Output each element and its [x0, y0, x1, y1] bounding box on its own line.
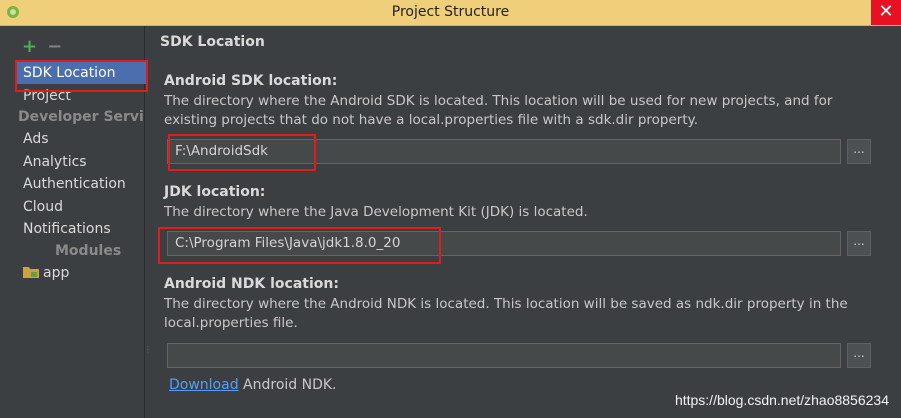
android-ndk-label: Android NDK location:: [164, 276, 339, 292]
remove-icon[interactable]: −: [47, 36, 67, 57]
module-folder-icon: [23, 267, 39, 278]
jdk-path-input[interactable]: C:\Program Files\Java\jdk1.8.0_20: [167, 231, 841, 256]
jdk-label: JDK location:: [164, 184, 266, 200]
jdk-desc: The directory where the Java Development…: [164, 204, 588, 220]
download-ndk-row: Download Android NDK.: [169, 377, 337, 393]
close-button[interactable]: ✕: [871, 0, 901, 25]
page-title: SDK Location: [160, 34, 265, 50]
android-sdk-path-input[interactable]: F:\AndroidSdk: [167, 139, 841, 164]
watermark: https://blog.csdn.net/zhao8856234: [674, 392, 889, 408]
sidebar-item-cloud[interactable]: Cloud: [16, 196, 144, 218]
sidebar-item-ads[interactable]: Ads: [16, 128, 144, 150]
android-sdk-label: Android SDK location:: [164, 73, 338, 89]
sidebar-toolbar: + −: [22, 36, 67, 57]
modules-header: Modules: [55, 243, 122, 259]
android-ndk-browse-button[interactable]: ...: [847, 343, 871, 368]
download-ndk-suffix: Android NDK.: [238, 377, 337, 393]
jdk-browse-button[interactable]: ...: [847, 231, 871, 256]
sidebar-item-app[interactable]: app: [18, 262, 146, 284]
add-icon[interactable]: +: [22, 36, 42, 57]
sidebar-item-project[interactable]: Project: [16, 85, 144, 107]
android-sdk-desc-line1: The directory where the Android SDK is l…: [164, 93, 833, 109]
module-label: app: [43, 265, 70, 281]
title-bar: Project Structure ✕: [0, 0, 901, 26]
sidebar-item-notifications[interactable]: Notifications: [16, 218, 144, 240]
android-ndk-path-input[interactable]: [167, 343, 841, 368]
sidebar: + − SDK Location Project Developer Servi…: [0, 26, 148, 418]
android-sdk-desc-line2: existing projects that do not have a loc…: [164, 112, 698, 128]
window-title: Project Structure: [391, 4, 510, 20]
download-ndk-link[interactable]: Download: [169, 377, 239, 393]
android-ndk-desc-line2: local.properties file.: [164, 315, 298, 331]
android-sdk-browse-button[interactable]: ...: [847, 139, 871, 164]
main-panel: SDK Location Android SDK location: The d…: [145, 26, 901, 418]
sidebar-item-sdk-location[interactable]: SDK Location: [16, 62, 147, 84]
android-ndk-desc-line1: The directory where the Android NDK is l…: [164, 296, 848, 312]
sidebar-item-analytics[interactable]: Analytics: [16, 151, 144, 173]
developer-services-header: Developer Services: [18, 109, 144, 125]
sidebar-item-authentication[interactable]: Authentication: [16, 173, 144, 195]
